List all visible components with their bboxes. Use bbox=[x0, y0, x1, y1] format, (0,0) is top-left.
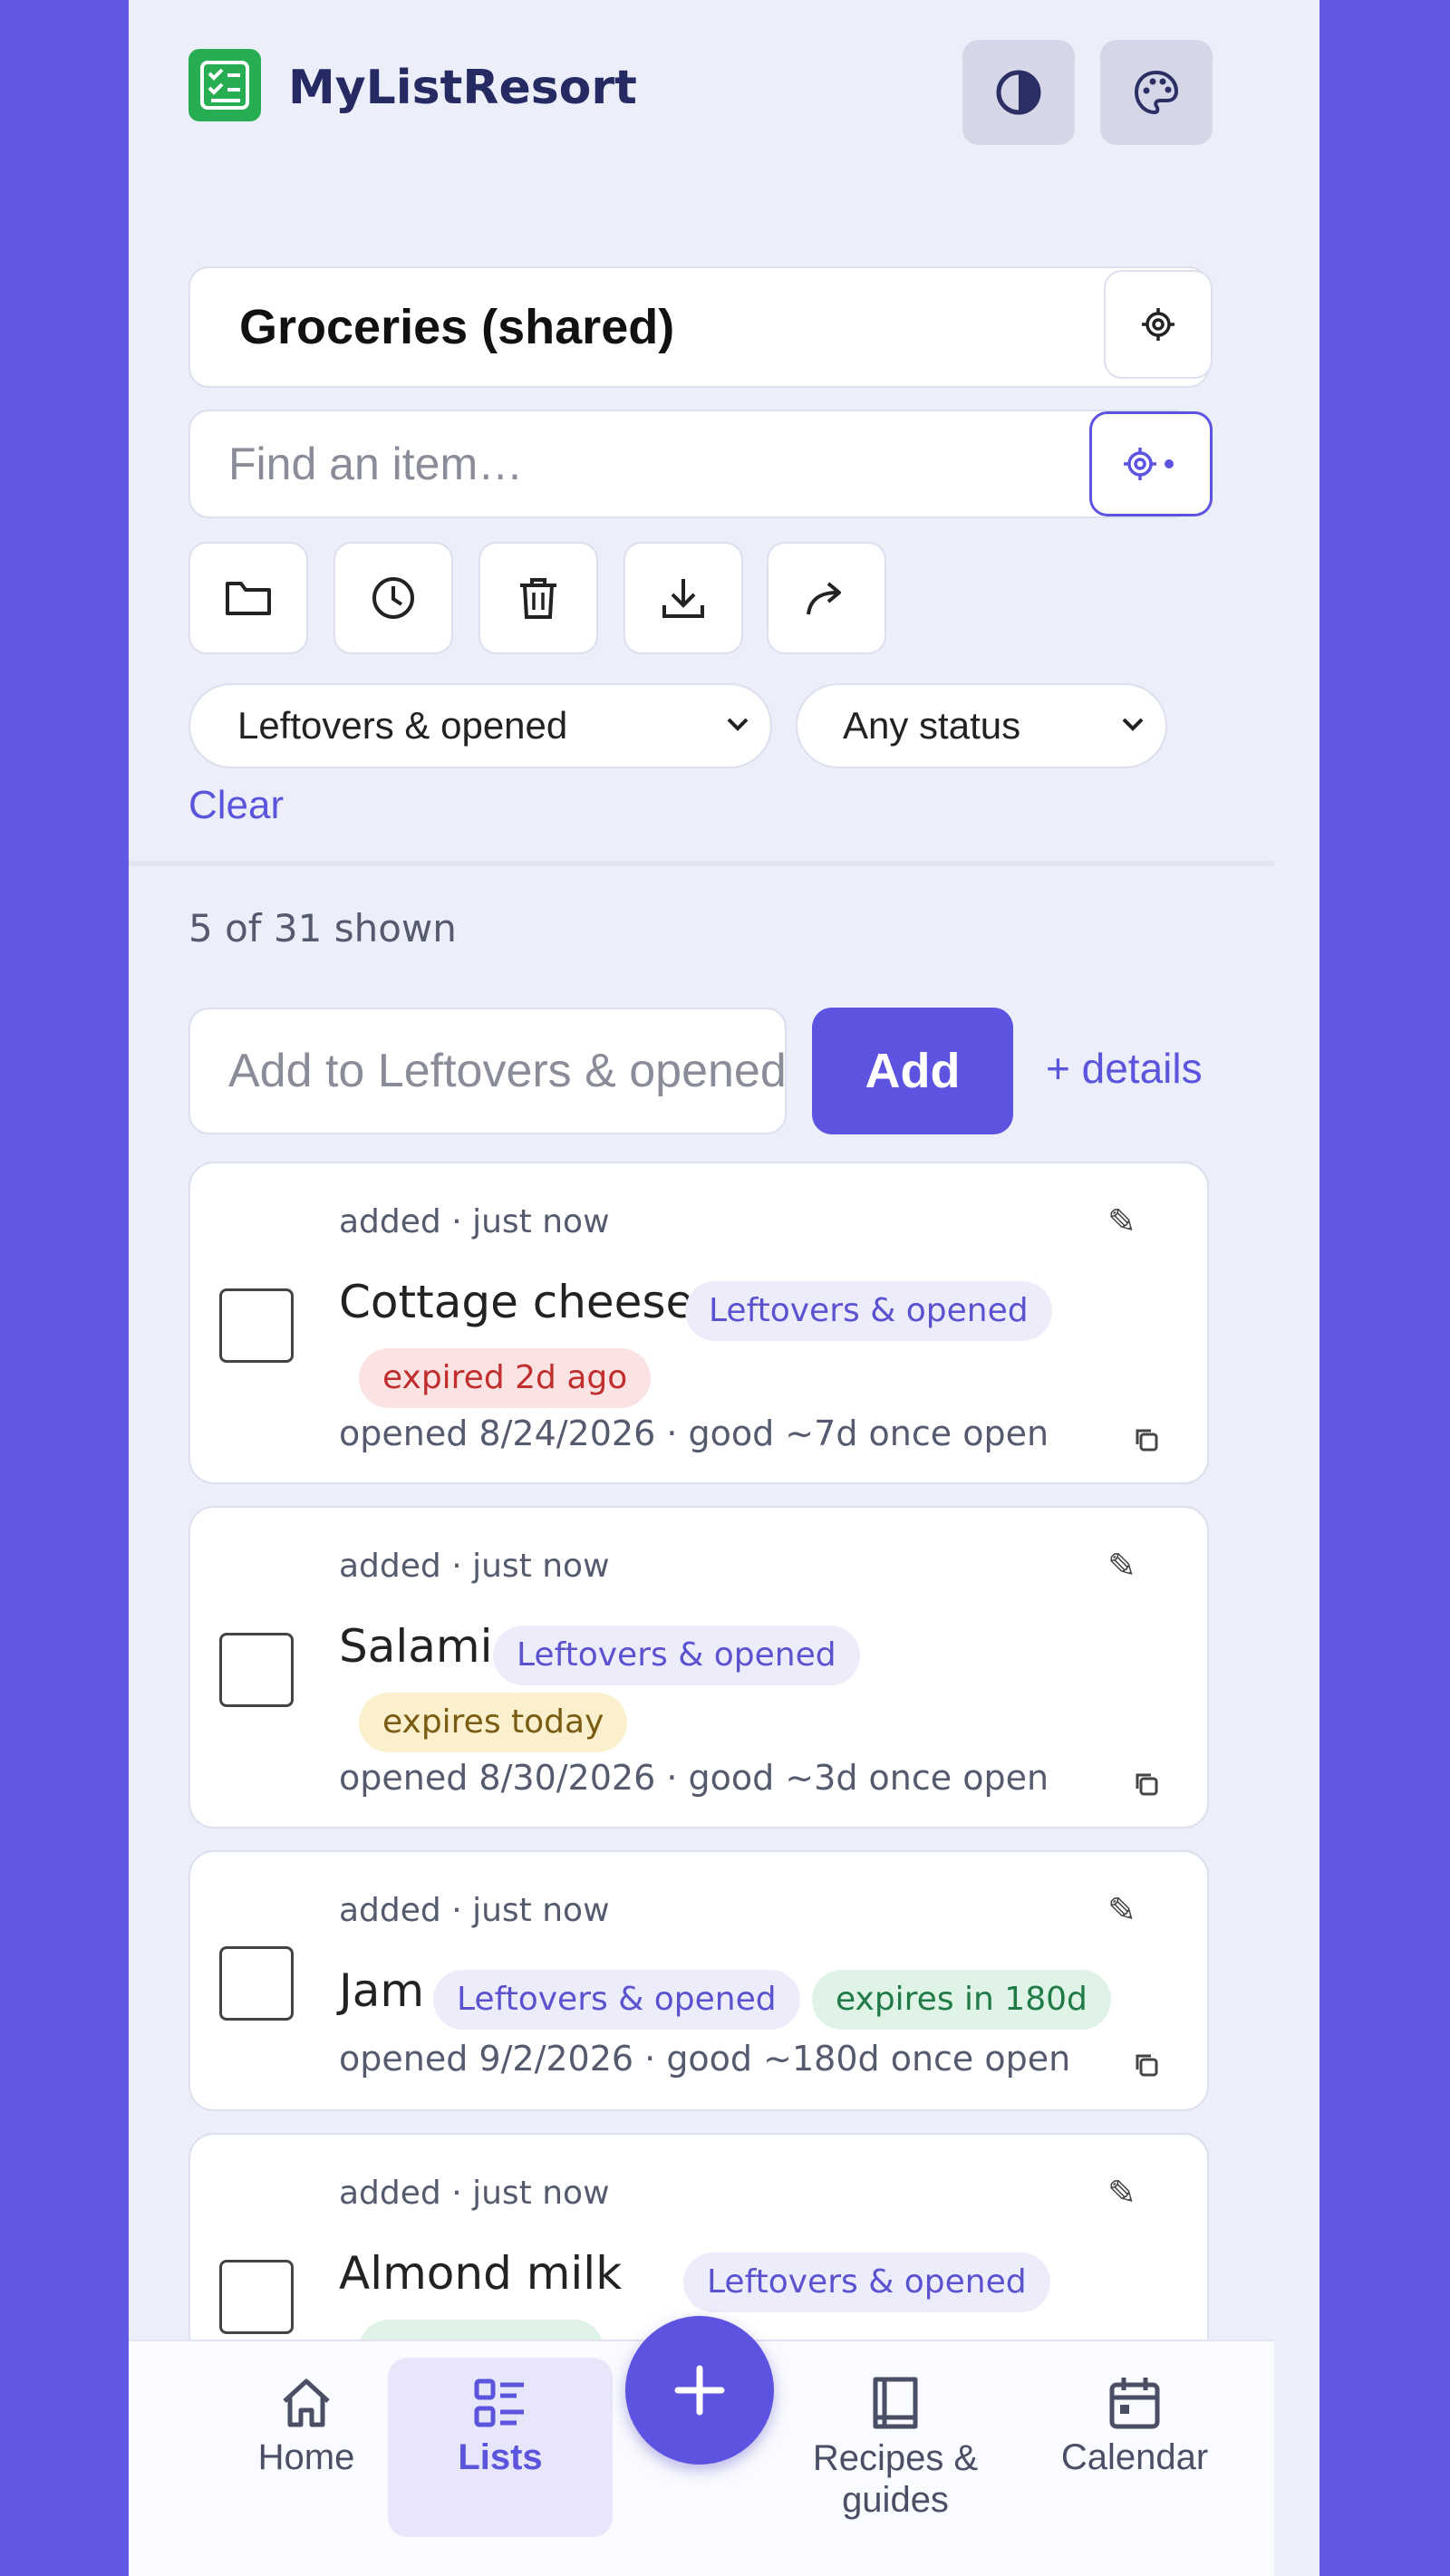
copy-icon[interactable] bbox=[1133, 2051, 1160, 2079]
nav-home[interactable]: Home bbox=[216, 2374, 397, 2478]
results-count: 5 of 31 shown bbox=[188, 906, 457, 950]
item-name: Cottage cheese bbox=[339, 1276, 694, 1328]
category-chip: Leftovers & opened bbox=[433, 1970, 800, 2030]
category-filter[interactable]: Leftovers & opened bbox=[188, 683, 772, 768]
edit-pencil-icon[interactable]: ✎ bbox=[1107, 1546, 1136, 1586]
category-chip: Leftovers & opened bbox=[683, 2253, 1050, 2312]
trash-icon bbox=[520, 578, 556, 619]
nav-recipes[interactable]: Recipes & guides bbox=[805, 2374, 986, 2521]
calendar-icon bbox=[1109, 2378, 1160, 2429]
item-meta: added · just now bbox=[339, 1203, 610, 1240]
nav-recipes-label: Recipes & guides bbox=[812, 2438, 979, 2520]
nav-lists[interactable]: Lists bbox=[388, 2358, 613, 2537]
list-item: added · just now ✎ Salami Leftovers & op… bbox=[188, 1506, 1209, 1828]
home-icon bbox=[283, 2378, 330, 2427]
nav-home-label: Home bbox=[257, 2437, 355, 2477]
category-chip: Leftovers & opened bbox=[493, 1626, 860, 1685]
list-settings-button[interactable] bbox=[1104, 270, 1213, 379]
add-item-input[interactable] bbox=[188, 1008, 787, 1134]
list-icon bbox=[474, 2378, 524, 2427]
app-logo-icon bbox=[188, 49, 261, 121]
palette-button[interactable] bbox=[1100, 40, 1213, 145]
copy-icon[interactable] bbox=[1133, 1426, 1160, 1453]
search-settings-button[interactable] bbox=[1089, 411, 1213, 516]
item-details: opened 9/2/2026 · good ~180d once open bbox=[339, 2039, 1071, 2079]
search-input[interactable] bbox=[188, 410, 1194, 518]
theme-toggle-button[interactable] bbox=[962, 40, 1075, 145]
chevron-down-icon bbox=[1120, 716, 1146, 736]
folder-button[interactable] bbox=[188, 542, 308, 654]
history-button[interactable] bbox=[334, 542, 453, 654]
item-meta: added · just now bbox=[339, 1548, 610, 1585]
item-checkbox[interactable] bbox=[219, 1633, 294, 1707]
category-filter-value: Leftovers & opened bbox=[237, 704, 568, 747]
add-button[interactable]: Add bbox=[812, 1008, 1013, 1134]
status-filter[interactable]: Any status bbox=[796, 683, 1167, 768]
status-badge: expires today bbox=[359, 1693, 628, 1752]
item-details: opened 8/24/2026 · good ~7d once open bbox=[339, 1413, 1049, 1453]
share-button[interactable] bbox=[767, 542, 886, 654]
app-window: MyListResort Groceries (shared) Find an … bbox=[129, 0, 1320, 2576]
edit-pencil-icon[interactable]: ✎ bbox=[1107, 2173, 1136, 2213]
item-name: Salami bbox=[339, 1620, 493, 1673]
item-checkbox[interactable] bbox=[219, 1288, 294, 1363]
item-checkbox[interactable] bbox=[219, 1946, 294, 2021]
gear-icon bbox=[1142, 308, 1174, 341]
clear-filters-link[interactable]: Clear bbox=[188, 783, 284, 828]
status-badge: expires in 180d bbox=[812, 1970, 1111, 2030]
edit-pencil-icon[interactable]: ✎ bbox=[1107, 1201, 1136, 1241]
item-details: opened 8/30/2026 · good ~3d once open bbox=[339, 1758, 1049, 1798]
folder-icon bbox=[226, 582, 271, 615]
copy-icon[interactable] bbox=[1133, 1770, 1160, 1798]
palette-icon bbox=[1134, 70, 1179, 115]
download-button[interactable] bbox=[624, 542, 743, 654]
plus-icon bbox=[674, 2365, 725, 2416]
list-selector-value: Groceries (shared) bbox=[239, 300, 675, 354]
download-icon bbox=[662, 579, 704, 618]
book-icon bbox=[873, 2377, 918, 2429]
gear-dot-icon bbox=[1124, 448, 1174, 480]
status-badge: expired 2d ago bbox=[359, 1348, 652, 1408]
list-item: added · just now ✎ Jam Leftovers & opene… bbox=[188, 1850, 1209, 2111]
add-details-link[interactable]: + details bbox=[1046, 1044, 1203, 1093]
category-chip: Leftovers & opened bbox=[685, 1281, 1052, 1341]
nav-calendar-label: Calendar bbox=[1060, 2437, 1209, 2477]
item-checkbox[interactable] bbox=[219, 2260, 294, 2334]
nav-calendar[interactable]: Calendar bbox=[1035, 2374, 1234, 2478]
list-selector[interactable]: Groceries (shared) bbox=[188, 266, 1209, 388]
edit-pencil-icon[interactable]: ✎ bbox=[1107, 1890, 1136, 1930]
item-name: Almond milk bbox=[339, 2247, 623, 2300]
contrast-icon bbox=[996, 70, 1041, 115]
status-filter-value: Any status bbox=[843, 704, 1021, 747]
history-icon bbox=[372, 577, 414, 619]
share-icon bbox=[807, 582, 841, 615]
item-meta: added · just now bbox=[339, 1892, 610, 1929]
list-item: added · just now ✎ Cottage cheese Leftov… bbox=[188, 1162, 1209, 1484]
app-title: MyListResort bbox=[288, 61, 637, 115]
delete-button[interactable] bbox=[478, 542, 598, 654]
item-name: Jam bbox=[339, 1964, 425, 2017]
nav-lists-label: Lists bbox=[458, 2437, 543, 2477]
chevron-down-icon bbox=[725, 716, 750, 736]
item-meta: added · just now bbox=[339, 2175, 610, 2212]
divider bbox=[129, 861, 1274, 866]
app-header: MyListResort bbox=[129, 0, 1274, 190]
add-fab-button[interactable] bbox=[625, 2316, 774, 2465]
